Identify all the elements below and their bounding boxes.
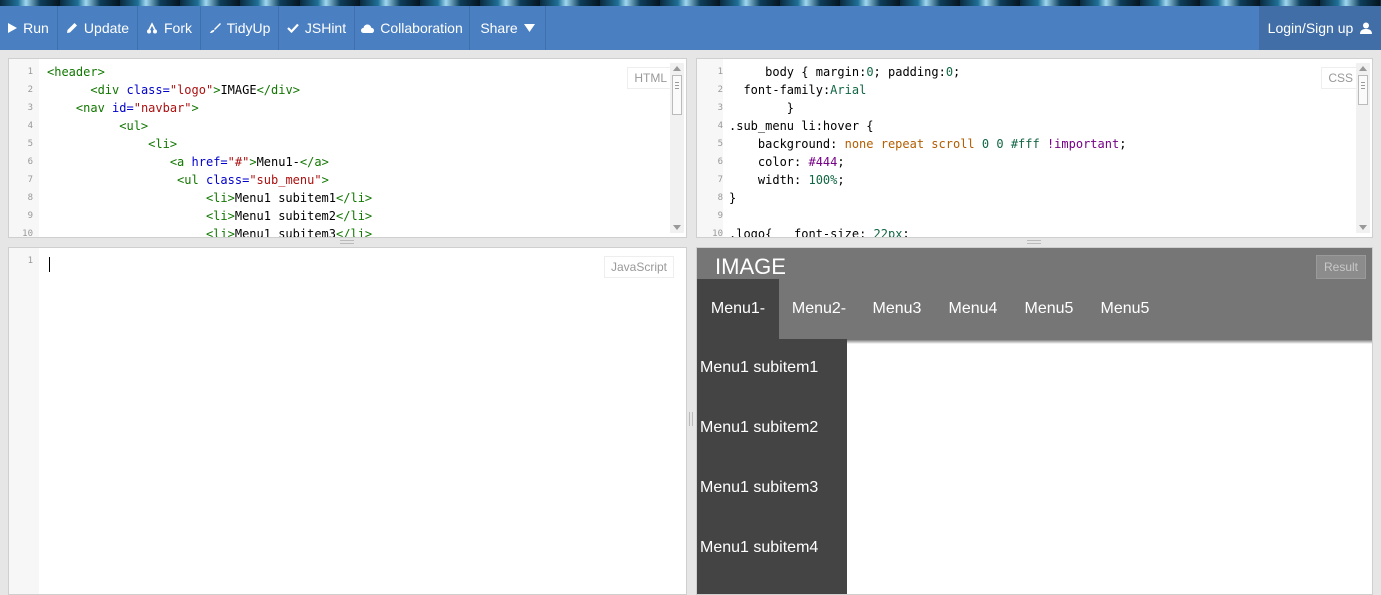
submenu-item[interactable]: Menu1 subitem2 xyxy=(700,419,818,437)
resize-handle[interactable] xyxy=(340,240,354,244)
nav-item-menu5[interactable]: Menu5 xyxy=(1011,279,1087,339)
code-line: 5 background: none repeat scroll 0 0 #ff… xyxy=(717,137,1127,151)
result-navbar: Menu1- Menu2- Menu3 Menu4 Menu5 Menu5 xyxy=(697,279,1372,339)
share-button[interactable]: Share xyxy=(470,6,546,50)
tidyup-button[interactable]: TidyUp xyxy=(201,6,279,50)
html-label: HTML xyxy=(627,67,674,89)
run-button[interactable]: Run xyxy=(0,6,58,50)
toolbar: Run Update Fork TidyUp JSHint Collaborat… xyxy=(0,6,1381,50)
submenu-item[interactable]: Menu1 subitem3 xyxy=(700,479,818,497)
code-line: 5 <li> xyxy=(27,137,178,151)
result-submenu: Menu1 subitem1 Menu1 subitem2 Menu1 subi… xyxy=(697,339,847,594)
nav-item-menu3[interactable]: Menu3 xyxy=(859,279,935,339)
play-icon xyxy=(8,23,18,33)
scroll-up-icon[interactable] xyxy=(673,66,681,71)
checkmark-icon xyxy=(287,23,299,33)
css-scrollbar[interactable] xyxy=(1356,63,1370,233)
code-line: 3 } xyxy=(717,101,795,115)
update-button[interactable]: Update xyxy=(58,6,138,50)
nav-item-menu1[interactable]: Menu1- xyxy=(697,279,779,339)
user-icon xyxy=(1360,22,1373,34)
code-line: 7 width: 100%; xyxy=(717,173,845,187)
code-line: 1 <header> xyxy=(27,65,105,79)
text-cursor xyxy=(49,257,50,272)
nav-item-menu5-second[interactable]: Menu5 xyxy=(1087,279,1163,339)
result-panel[interactable]: IMAGE Result Menu1- Menu2- Menu3 Menu4 M… xyxy=(696,247,1373,595)
jshint-button[interactable]: JSHint xyxy=(279,6,355,50)
css-label: CSS xyxy=(1321,67,1360,89)
code-line: 8} xyxy=(717,191,737,205)
scroll-thumb[interactable] xyxy=(672,75,682,115)
code-line: 6 color: #444; xyxy=(717,155,845,169)
code-line: 2 font-family:Arial xyxy=(717,83,867,97)
result-label: Result xyxy=(1315,255,1366,279)
scroll-down-icon[interactable] xyxy=(1359,225,1367,230)
cloud-icon xyxy=(361,24,375,33)
javascript-label: JavaScript xyxy=(603,256,674,278)
code-line: 1 xyxy=(27,256,33,266)
code-line: 3 <nav id="navbar"> xyxy=(27,101,199,115)
code-line: 2 <div class="logo">IMAGE</div> xyxy=(27,83,300,97)
code-line: 6 <a href="#">Menu1-</a> xyxy=(27,155,329,169)
scroll-up-icon[interactable] xyxy=(1359,66,1367,71)
code-line: 4 <ul> xyxy=(27,119,149,133)
nav-item-menu4[interactable]: Menu4 xyxy=(935,279,1011,339)
caret-down-icon xyxy=(523,24,535,32)
code-line: 9 <li>Menu1 subitem2</li> xyxy=(27,209,373,223)
resize-handle[interactable] xyxy=(1027,240,1041,244)
brush-icon xyxy=(209,22,221,34)
login-signup-button[interactable]: Login/Sign up xyxy=(1259,6,1381,50)
html-code[interactable]: 1 <header> 2 <div class="logo">IMAGE</div… xyxy=(9,63,686,238)
css-editor-panel[interactable]: 1 body { margin:0; padding:0; 2 font-fam… xyxy=(696,58,1373,238)
scroll-thumb[interactable] xyxy=(1358,75,1368,105)
nav-item-menu2[interactable]: Menu2- xyxy=(779,279,859,339)
html-editor-panel[interactable]: 1 <header> 2 <div class="logo">IMAGE</div… xyxy=(8,58,687,238)
collaboration-button[interactable]: Collaboration xyxy=(355,6,470,50)
line-gutter xyxy=(9,248,39,594)
fork-button[interactable]: Fork xyxy=(138,6,201,50)
js-editor-panel[interactable]: 1 JavaScript xyxy=(8,247,687,595)
fork-icon xyxy=(146,22,158,34)
pencil-icon xyxy=(66,22,78,34)
code-line: 9 xyxy=(717,211,723,221)
submenu-item[interactable]: Menu1 subitem1 xyxy=(700,359,818,377)
code-line: 8 <li>Menu1 subitem1</li> xyxy=(27,191,373,205)
code-line: 7 <ul class="sub_menu"> xyxy=(27,173,329,187)
js-code[interactable]: 1 xyxy=(9,252,686,270)
resize-handle[interactable] xyxy=(689,412,693,426)
code-line: 1 body { margin:0; padding:0; xyxy=(717,65,961,79)
css-code[interactable]: 1 body { margin:0; padding:0; 2 font-fam… xyxy=(697,63,1372,238)
code-line: 10 <li>Menu1 subitem3</li> xyxy=(22,227,373,238)
submenu-item[interactable]: Menu1 subitem4 xyxy=(700,539,818,557)
scroll-down-icon[interactable] xyxy=(673,225,681,230)
header-shadow xyxy=(847,339,1372,344)
result-logo: IMAGE xyxy=(715,254,786,279)
html-scrollbar[interactable] xyxy=(670,63,684,233)
code-line: 4 .sub_menu li:hover { xyxy=(717,119,874,133)
code-line: 10 .logo{ font-size: 22px; xyxy=(712,227,910,238)
result-header: IMAGE Result Menu1- Menu2- Menu3 Menu4 M… xyxy=(697,248,1372,339)
